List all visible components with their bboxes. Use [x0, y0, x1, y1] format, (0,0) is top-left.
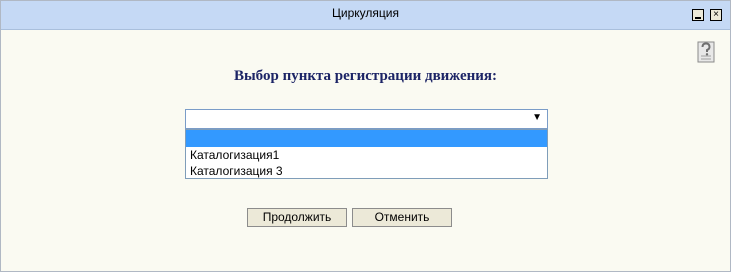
- minimize-button[interactable]: [692, 9, 704, 21]
- minimize-icon: [695, 17, 701, 19]
- registration-point-select[interactable]: ▼: [185, 109, 548, 129]
- dropdown-option[interactable]: Каталогизация1: [186, 147, 547, 163]
- title-bar[interactable]: Циркуляция ×: [1, 1, 730, 30]
- dropdown-list: Каталогизация1 Каталогизация 3: [185, 129, 548, 179]
- close-icon: ×: [713, 9, 719, 20]
- dropdown-option[interactable]: Каталогизация 3: [186, 163, 547, 179]
- continue-button[interactable]: Продолжить: [247, 208, 347, 227]
- dropdown-option[interactable]: [186, 130, 547, 147]
- circulation-dialog: Циркуляция × Выбор пункта регистрации дв…: [0, 0, 731, 272]
- dropdown-arrow-icon[interactable]: ▼: [532, 112, 542, 123]
- close-button[interactable]: ×: [710, 9, 722, 21]
- page-heading: Выбор пункта регистрации движения:: [233, 68, 498, 84]
- window-title: Циркуляция: [332, 6, 399, 20]
- help-icon[interactable]: [695, 39, 717, 65]
- cancel-button[interactable]: Отменить: [352, 208, 452, 227]
